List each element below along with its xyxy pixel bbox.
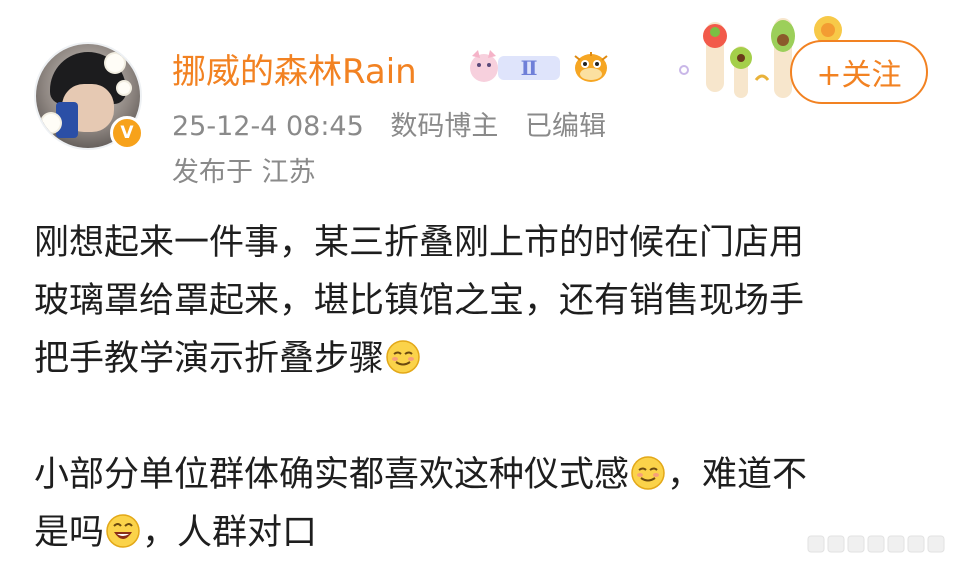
post-location: 发布于 江苏 [172,157,316,188]
level-badge-icon: Ⅱ [470,50,560,82]
level-badge[interactable]: Ⅱ [466,48,564,86]
avatar-flower-decoration [118,82,130,94]
post-content: 刚想起来一件事，某三折叠刚上市的时候在门店用 玻璃罩给罩起来，堪比镇馆之宝，还有… [34,214,934,562]
follow-button[interactable]: +关注 [790,40,928,104]
smirk-emoji-icon [386,340,420,374]
author-name[interactable]: 挪威的森林Rain [172,44,417,93]
author-role: 数码博主 [390,111,499,142]
level-badge-text: Ⅱ [521,56,538,80]
puffer-fish-badge-icon[interactable] [572,50,610,84]
post-text-segment: 小部分单位群体确实都喜欢这种仪式感 [34,455,630,495]
watermark [806,530,956,558]
post-meta: 25-12-4 08:45 数码博主 已编辑 [172,104,624,143]
post-text-segment: ，人群对口 [142,513,318,553]
post-text-line: 小部分单位群体确实都喜欢这种仪式感 ，难道不 [34,446,934,504]
laugh-emoji-icon [106,514,140,548]
post-text-segment: 把手教学演示折叠步骤 [34,339,385,379]
post-text-segment: ，难道不 [667,455,808,495]
avatar-flower-decoration [106,54,124,72]
post-text-segment: 是吗 [34,513,105,553]
post-text-line: 是吗 ，人群对口 [34,504,934,562]
verified-badge-icon: V [110,116,144,150]
post-text-line: 刚想起来一件事，某三折叠刚上市的时候在门店用 [34,223,805,263]
post-text-line: 玻璃罩给罩起来，堪比镇馆之宝，还有销售现场手 [34,281,805,321]
edited-label[interactable]: 已编辑 [525,111,606,142]
avatar-flower-decoration [42,114,60,132]
avatar-container[interactable]: V [34,42,144,150]
post-timestamp[interactable]: 25-12-4 08:45 [172,111,364,142]
smirk-emoji-icon [631,456,665,490]
post-text-line: 把手教学演示折叠步骤 [34,330,934,388]
